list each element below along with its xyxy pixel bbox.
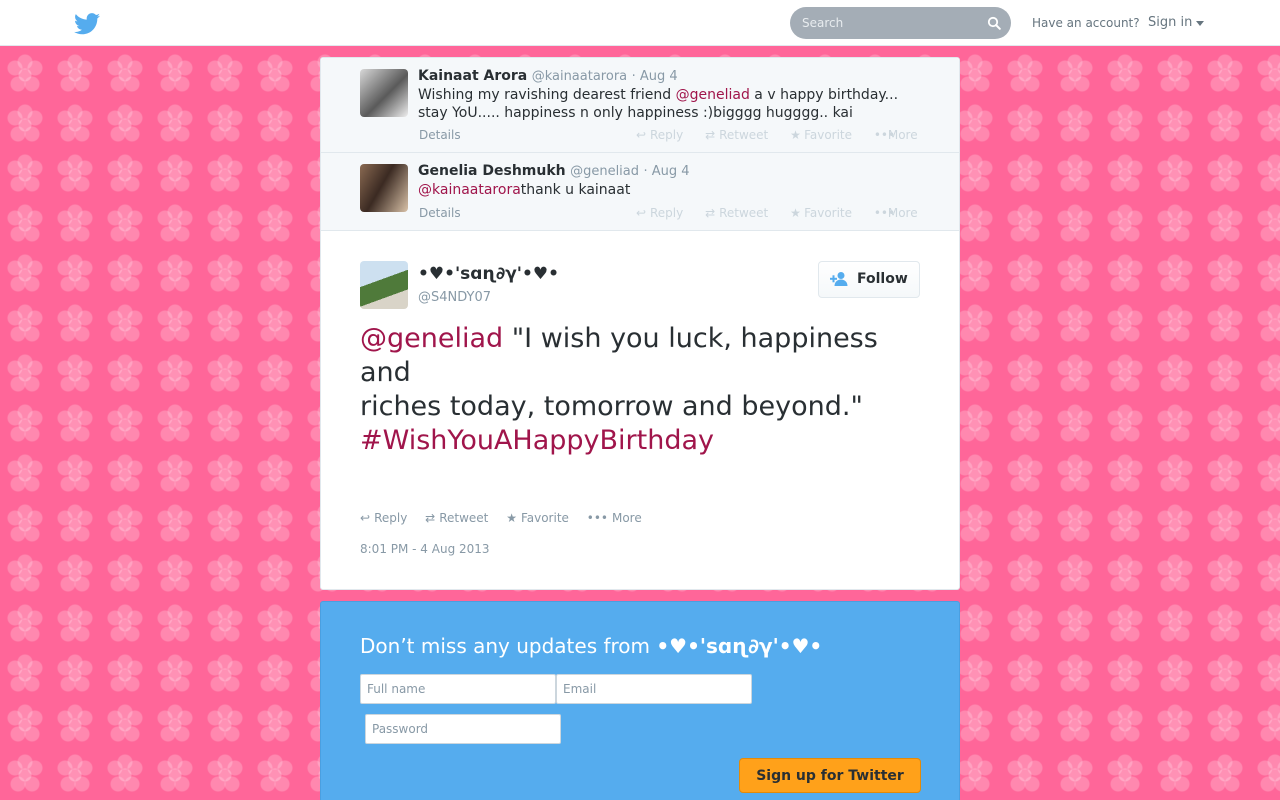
tweet-permalink: Kainaat Arora @kainaatarora · Aug 4 Wish…	[320, 57, 960, 590]
reply-icon: ↩	[360, 511, 371, 525]
more-action[interactable]: •••More	[587, 511, 642, 525]
signup-title-prefix: Don’t miss any updates from	[360, 634, 657, 658]
follow-label: Follow	[857, 271, 908, 287]
tweet-time[interactable]: · Aug 4	[632, 69, 678, 84]
more-label: More	[887, 128, 918, 142]
retweet-icon: ⇄	[705, 206, 716, 220]
signup-title: Don’t miss any updates from •♥•'sɑɳ∂γ'•♥…	[360, 634, 822, 658]
tweet-text: @kainaatarorathank u kainaat	[418, 181, 928, 199]
reply-action[interactable]: ↩ Reply	[636, 128, 683, 142]
favorite-action[interactable]: ★ Favorite	[506, 511, 569, 525]
mention-link[interactable]: @geneliad	[360, 323, 503, 354]
tweet-actions: ↩Reply ⇄Retweet ★Favorite •••More	[360, 511, 656, 525]
retweet-icon: ⇄	[705, 128, 716, 142]
tweet-actions: ↩Reply ⇄Retweet ★Favorite •••More	[636, 128, 936, 142]
fullname-field[interactable]	[360, 674, 556, 704]
email-field[interactable]	[556, 674, 752, 704]
user-fullname[interactable]: Kainaat Arora	[418, 68, 527, 84]
avatar[interactable]	[360, 69, 408, 117]
ancestor-tweet[interactable]: Kainaat Arora @kainaatarora · Aug 4 Wish…	[321, 58, 959, 153]
reply-label: Reply	[650, 206, 684, 220]
tweet-header: Genelia Deshmukh @geneliad · Aug 4	[418, 163, 690, 179]
more-dots-icon: •••	[873, 128, 896, 142]
more-action[interactable]: •••More	[874, 128, 918, 142]
retweet-action[interactable]: ⇄ Retweet	[425, 511, 488, 525]
ancestor-tweet[interactable]: Genelia Deshmukh @geneliad · Aug 4 @kain…	[321, 153, 959, 231]
reply-icon: ↩	[636, 128, 647, 142]
reply-icon: ↩	[636, 206, 647, 220]
user-fullname[interactable]: Genelia Deshmukh	[418, 163, 566, 179]
details-link[interactable]: Details	[419, 206, 461, 220]
password-field[interactable]	[365, 714, 561, 744]
tweet-timestamp[interactable]: 8:01 PM - 4 Aug 2013	[360, 542, 490, 556]
retweet-label: Retweet	[439, 511, 489, 525]
caret-down-icon[interactable]	[1196, 21, 1204, 26]
tweet-text: Wishing my ravishing dearest friend @gen…	[418, 86, 928, 122]
search-box	[790, 7, 1011, 39]
search-icon[interactable]	[987, 16, 1001, 30]
favorite-star-icon: ★	[790, 206, 801, 220]
retweet-label: Retweet	[719, 128, 769, 142]
user-fullname[interactable]: •♥•'sɑɳ∂γ'•♥•	[418, 264, 559, 284]
more-dots-icon: •••	[586, 511, 608, 525]
favorite-action[interactable]: ★ Favorite	[790, 128, 852, 142]
more-label: More	[887, 206, 918, 220]
user-screenname[interactable]: @S4NDY07	[418, 290, 491, 305]
more-label: More	[611, 511, 642, 525]
signup-box: Don’t miss any updates from •♥•'sɑɳ∂γ'•♥…	[320, 601, 960, 800]
reply-label: Reply	[374, 511, 408, 525]
signup-button[interactable]: Sign up for Twitter	[739, 758, 921, 793]
favorite-label: Favorite	[520, 511, 569, 525]
reply-label: Reply	[650, 128, 684, 142]
search-input[interactable]	[802, 14, 972, 32]
top-bar: Have an account? Sign in	[0, 0, 1280, 46]
mention-link[interactable]: @geneliad	[676, 87, 750, 103]
follow-person-icon	[830, 272, 848, 286]
follow-button[interactable]: Follow	[818, 261, 920, 298]
user-screenname[interactable]: @kainaatarora	[532, 69, 627, 84]
signup-title-name: •♥•'sɑɳ∂γ'•♥•	[656, 634, 823, 658]
retweet-action[interactable]: ⇄ Retweet	[705, 128, 768, 142]
avatar[interactable]	[360, 261, 408, 309]
favorite-label: Favorite	[804, 206, 853, 220]
hashtag-link[interactable]: #WishYouAHappyBirthday	[360, 425, 714, 456]
favorite-star-icon: ★	[790, 128, 801, 142]
retweet-label: Retweet	[719, 206, 769, 220]
details-link[interactable]: Details	[419, 128, 461, 142]
favorite-action[interactable]: ★ Favorite	[790, 206, 852, 220]
tweet-text-line2: riches today, tomorrow and beyond."	[360, 391, 863, 422]
favorite-label: Favorite	[804, 128, 853, 142]
retweet-action[interactable]: ⇄ Retweet	[705, 206, 768, 220]
tweet-text-start: Wishing my ravishing dearest friend	[418, 87, 676, 103]
mention-link[interactable]: @kainaatarora	[418, 182, 521, 198]
favorite-star-icon: ★	[506, 511, 517, 525]
reply-action[interactable]: ↩ Reply	[360, 511, 407, 525]
sign-in-link[interactable]: Sign in	[1148, 15, 1192, 30]
more-dots-icon: •••	[873, 206, 896, 220]
tweet-actions: ↩Reply ⇄Retweet ★Favorite •••More	[636, 206, 936, 220]
reply-action[interactable]: ↩ Reply	[636, 206, 683, 220]
user-screenname[interactable]: @geneliad	[570, 164, 639, 179]
tweet-time[interactable]: · Aug 4	[643, 164, 689, 179]
tweet-header: Kainaat Arora @kainaatarora · Aug 4	[418, 68, 678, 84]
have-account-text: Have an account?	[1032, 16, 1140, 30]
retweet-icon: ⇄	[425, 511, 436, 525]
tweet-text: @geneliad "I wish you luck, happiness an…	[360, 322, 920, 458]
more-action[interactable]: •••More	[874, 206, 918, 220]
avatar[interactable]	[360, 164, 408, 212]
twitter-bird-icon[interactable]	[74, 13, 100, 35]
tweet-text-end: thank u kainaat	[520, 182, 631, 198]
